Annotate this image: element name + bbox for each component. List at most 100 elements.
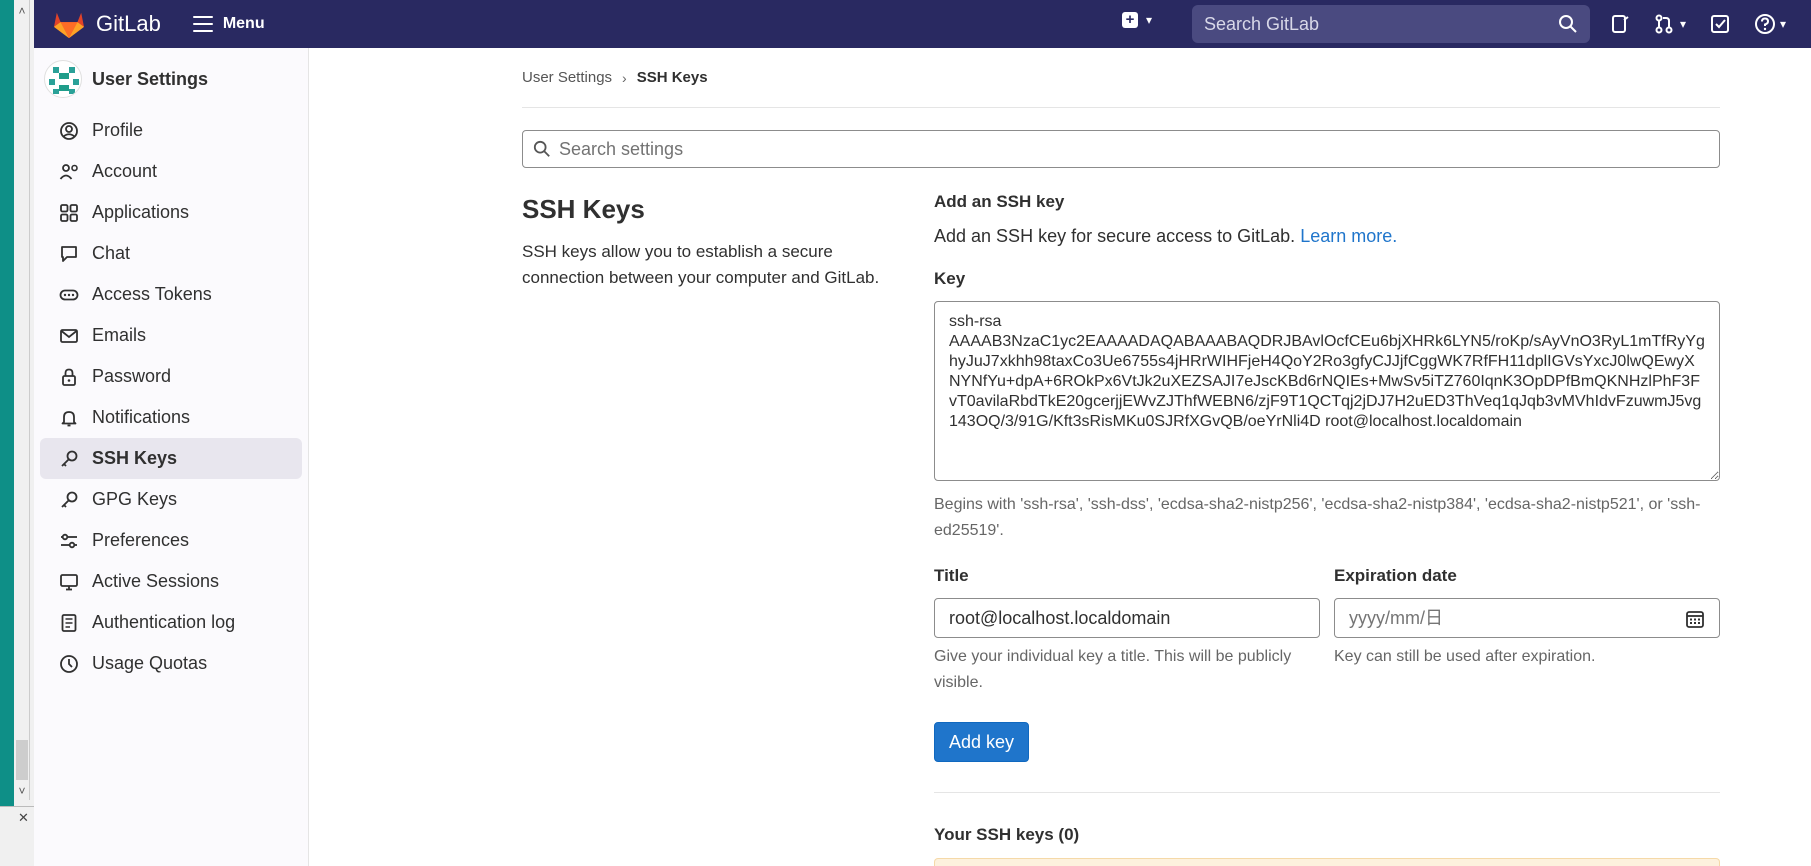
host-scroll-thumb[interactable] (16, 740, 28, 780)
calendar-icon[interactable] (1685, 609, 1705, 629)
key-help-text: Begins with 'ssh-rsa', 'ssh-dss', 'ecdsa… (934, 496, 1701, 539)
ssh-keys-section: SSH Keys SSH keys allow you to establish… (522, 178, 1720, 866)
menu-button[interactable]: Menu (192, 15, 265, 33)
expiration-date-field[interactable] (1334, 598, 1720, 638)
settings-search-input[interactable] (559, 138, 1659, 160)
form-intro-text: Add an SSH key for secure access to GitL… (934, 226, 1296, 246)
menu-label: Menu (222, 15, 265, 32)
sidebar-item-notifications[interactable]: Notifications (40, 397, 302, 438)
sidebar-item-authentication-log[interactable]: Authentication log (40, 602, 302, 643)
sidebar-item-emails[interactable]: Emails (40, 315, 302, 356)
help-icon[interactable]: ▾ (1748, 10, 1792, 38)
title-field[interactable] (934, 598, 1320, 638)
search-icon (1559, 15, 1577, 33)
add-key-button[interactable]: Add key (934, 722, 1030, 762)
breadcrumb: User Settings › SSH Keys (522, 48, 1720, 108)
global-search[interactable] (1192, 5, 1590, 43)
mail-icon (58, 325, 80, 347)
key-textarea[interactable]: ssh-rsa AAAAB3NzaC1yc2EAAAADAQABAAABAQDR… (934, 301, 1720, 481)
sidebar-title: User Settings (92, 68, 209, 89)
page-title: SSH Keys (522, 194, 645, 224)
sidebar-item-preferences[interactable]: Preferences (40, 520, 302, 561)
account-icon (58, 161, 80, 183)
scroll-up-icon[interactable]: ˄ (14, 2, 30, 20)
sidebar-item-gpg-keys[interactable]: GPG Keys (40, 479, 302, 520)
sidebar-item-label: Applications (92, 202, 190, 222)
sidebar-item-password[interactable]: Password (40, 356, 302, 397)
sidebar-item-label: GPG Keys (92, 489, 178, 509)
sidebar-item-active-sessions[interactable]: Active Sessions (40, 561, 302, 602)
sidebar-item-label: Emails (92, 325, 147, 345)
new-dropdown-button[interactable]: + ▾ (1122, 12, 1152, 28)
host-scrollbar[interactable] (14, 0, 30, 800)
search-icon (533, 140, 550, 157)
plus-square-icon: + (1122, 12, 1138, 28)
quota-icon (58, 653, 80, 675)
sidebar-item-profile[interactable]: Profile (40, 110, 302, 151)
title-help-text: Give your individual key a title. This w… (934, 648, 1292, 691)
applications-icon (58, 202, 80, 224)
global-search-input[interactable] (1204, 13, 1544, 35)
sidebar-item-ssh-keys[interactable]: SSH Keys (40, 438, 302, 479)
sidebar-item-label: Active Sessions (92, 571, 220, 591)
sidebar-item-applications[interactable]: Applications (40, 192, 302, 233)
section-description: SSH keys allow you to establish a secure… (522, 242, 880, 287)
divider (934, 792, 1720, 793)
bell-icon (58, 407, 80, 429)
profile-icon (58, 120, 80, 142)
close-icon[interactable]: ✕ (18, 810, 29, 826)
sidebar-item-chat[interactable]: Chat (40, 233, 302, 274)
expiration-label: Expiration date (1334, 566, 1457, 585)
sidebar-item-label: Chat (92, 243, 131, 263)
sidebar-item-label: Profile (92, 120, 144, 140)
sidebar-item-label: Password (92, 366, 172, 386)
preferences-icon (58, 530, 80, 552)
your-ssh-keys-heading: Your SSH keys (0) (934, 825, 1080, 844)
settings-sidebar: User Settings Profile Account Applications… (34, 48, 309, 866)
settings-search[interactable] (522, 130, 1720, 168)
chevron-down-icon: ▾ (1779, 17, 1787, 31)
sidebar-item-label: SSH Keys (92, 448, 178, 468)
title-input[interactable] (949, 607, 1305, 629)
lock-icon (58, 366, 80, 388)
hamburger-icon (192, 16, 213, 32)
expiration-date-input[interactable] (1349, 607, 1705, 629)
sidebar-item-label: Account (92, 161, 158, 181)
form-intro: Add an SSH key for secure access to GitL… (934, 226, 1720, 247)
host-background (0, 0, 14, 866)
todo-icon[interactable] (1706, 10, 1734, 38)
monitor-icon (58, 571, 80, 593)
breadcrumb-parent-link[interactable]: User Settings (522, 69, 612, 86)
empty-keys-alert (934, 858, 1720, 866)
expiration-help-text: Key can still be used after expiration. (1334, 648, 1596, 665)
brand-link[interactable]: GitLab (52, 9, 161, 39)
sidebar-item-label: Authentication log (92, 612, 236, 632)
breadcrumb-current: SSH Keys (636, 69, 708, 86)
key-icon (58, 448, 80, 470)
brand-name: GitLab (96, 11, 161, 36)
sidebar-nav-list: Profile Account Applications Chat Access Tok… (34, 110, 308, 684)
sidebar-item-access-tokens[interactable]: Access Tokens (40, 274, 302, 315)
avatar (44, 60, 82, 98)
chevron-right-icon: › (622, 69, 627, 86)
chevron-down-icon: ▾ (1679, 17, 1687, 31)
learn-more-link[interactable]: Learn more. (1300, 226, 1397, 246)
form-heading: Add an SSH key (934, 192, 1065, 211)
sidebar-item-label: Access Tokens (92, 284, 212, 304)
key-label: Key (934, 269, 966, 288)
add-ssh-key-form: Add an SSH key Add an SSH key for secure… (934, 178, 1720, 845)
main-content: User Settings › SSH Keys SSH Keys SSH ke… (522, 48, 1720, 866)
sidebar-item-account[interactable]: Account (40, 151, 302, 192)
log-icon (58, 612, 80, 634)
title-label: Title (934, 566, 969, 585)
merge-requests-icon[interactable]: ▾ (1648, 10, 1692, 38)
token-icon (58, 284, 80, 306)
top-navbar: GitLab Menu + ▾ ▾ ▾ (34, 0, 1811, 48)
chat-icon (58, 243, 80, 265)
issues-icon[interactable] (1606, 10, 1634, 38)
key-icon (58, 489, 80, 511)
sidebar-header[interactable]: User Settings (34, 48, 308, 110)
sidebar-item-usage-quotas[interactable]: Usage Quotas (40, 643, 302, 684)
sidebar-item-label: Usage Quotas (92, 653, 208, 673)
scroll-down-icon[interactable]: ˅ (14, 782, 30, 800)
